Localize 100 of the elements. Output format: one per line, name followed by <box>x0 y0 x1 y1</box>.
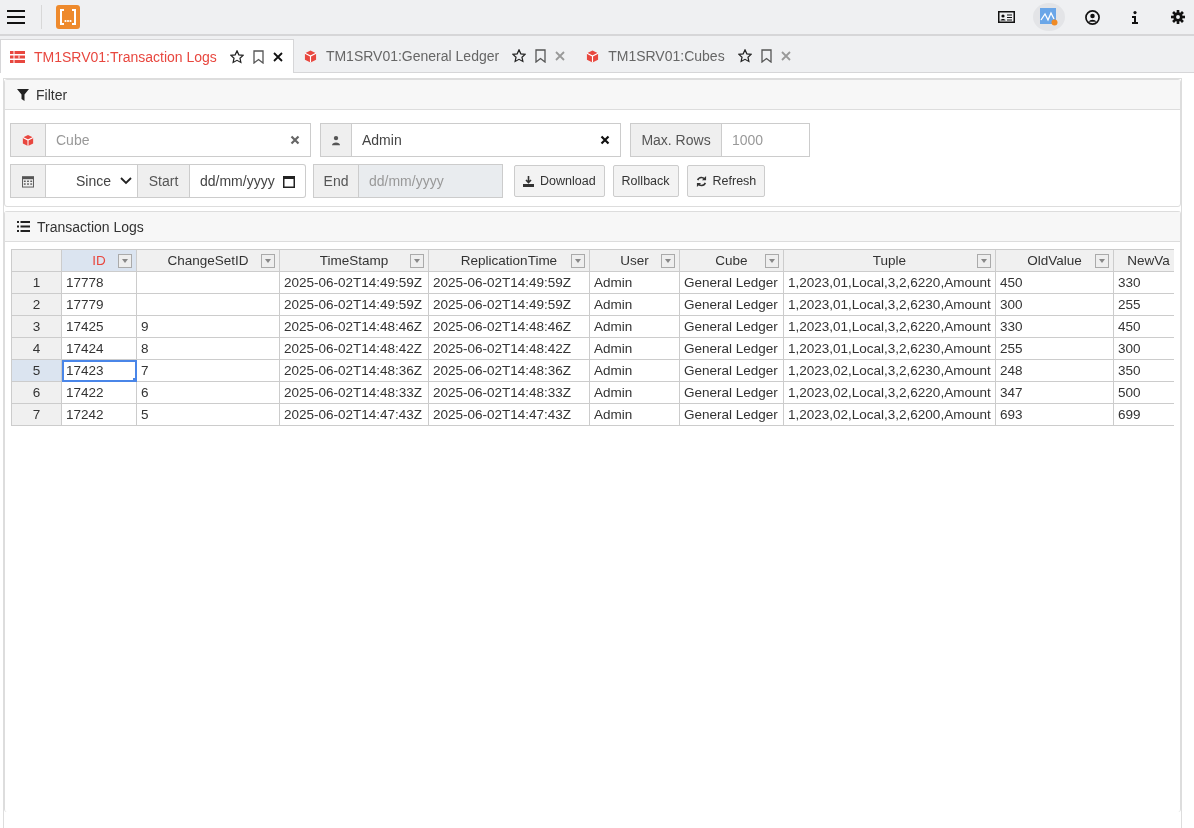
table-cell: 2025-06-02T14:49:59Z <box>428 271 590 294</box>
table-cell: 9 <box>136 315 280 338</box>
row-header[interactable]: 1 <box>11 271 62 294</box>
column-header[interactable]: OldValue <box>995 249 1114 272</box>
cube-icon <box>303 49 317 63</box>
filter-dropdown-icon[interactable] <box>410 253 424 268</box>
app-logo-icon[interactable] <box>56 5 80 29</box>
star-icon[interactable] <box>229 49 244 64</box>
id-card-icon[interactable] <box>997 11 1015 23</box>
clear-icon[interactable] <box>600 135 610 145</box>
filter-dropdown-icon[interactable] <box>661 253 675 268</box>
filter-dropdown-icon[interactable] <box>1095 253 1109 268</box>
row-header[interactable]: 4 <box>11 337 62 360</box>
table-cell: General Ledger <box>679 293 784 316</box>
action-button[interactable]: Rollback <box>612 165 679 197</box>
tab[interactable]: TM1SRV01:Transaction Logs <box>0 39 294 73</box>
column-header[interactable]: Cube <box>679 249 784 272</box>
table-cell: 248 <box>995 359 1114 382</box>
table-cell: 300 <box>995 293 1114 316</box>
calendar-icon <box>22 174 34 188</box>
user-icon <box>332 133 340 147</box>
filter-dropdown-icon[interactable] <box>118 253 132 268</box>
star-icon[interactable] <box>512 49 527 63</box>
table-cell: 8 <box>136 337 280 360</box>
filter-dropdown-icon[interactable] <box>261 253 275 268</box>
filter-dropdown-icon[interactable] <box>977 253 991 268</box>
close-icon[interactable] <box>272 51 283 62</box>
table-cell: 17422 <box>61 381 137 404</box>
list-icon <box>10 50 25 63</box>
table-cell: Admin <box>589 293 680 316</box>
table-cell: 17242 <box>61 403 137 426</box>
action-button[interactable]: Refresh <box>686 165 766 197</box>
star-icon[interactable] <box>737 49 752 63</box>
table-cell: General Ledger <box>679 359 784 382</box>
info-icon[interactable] <box>1132 10 1138 24</box>
cube-icon <box>586 49 600 63</box>
column-header[interactable]: ChangeSetID <box>136 249 280 272</box>
bookmark-icon[interactable] <box>760 49 772 63</box>
filter-dropdown-icon[interactable] <box>765 253 779 268</box>
table-cell: 7 <box>136 359 280 382</box>
calendar-icon[interactable] <box>283 174 295 188</box>
table-cell: 450 <box>995 271 1114 294</box>
bookmark-icon[interactable] <box>252 49 264 64</box>
max-rows-label: Max. Rows <box>630 123 722 157</box>
menu-icon[interactable] <box>7 10 25 24</box>
table-cell: 2025-06-02T14:49:59Z <box>279 271 429 294</box>
chevron-down-icon <box>120 177 132 185</box>
row-header[interactable]: 7 <box>11 403 62 426</box>
tab[interactable]: TM1SRV01:General Ledger <box>293 39 577 72</box>
table-cell: 2025-06-02T14:47:43Z <box>428 403 590 426</box>
user-icon[interactable] <box>1084 9 1100 25</box>
table-cell: 2025-06-02T14:48:42Z <box>279 337 429 360</box>
tab[interactable]: TM1SRV01:Cubes <box>576 39 802 72</box>
row-header[interactable]: 6 <box>11 381 62 404</box>
settings-icon[interactable] <box>1171 10 1185 24</box>
column-header[interactable]: User <box>589 249 680 272</box>
table-cell: 2025-06-02T14:49:59Z <box>279 293 429 316</box>
table-cell: 2025-06-02T14:48:33Z <box>428 381 590 404</box>
table-cell: 2025-06-02T14:48:42Z <box>428 337 590 360</box>
row-header[interactable]: 3 <box>11 315 62 338</box>
panel-title: Filter <box>36 86 68 103</box>
table-cell: General Ledger <box>679 381 784 404</box>
table-cell: 1,2023,02,Local,3,2,6230,Amount <box>783 359 996 382</box>
table-cell: 255 <box>995 337 1114 360</box>
table-cell: Admin <box>589 403 680 426</box>
panel-title: Transaction Logs <box>37 218 144 235</box>
table-cell: Admin <box>589 315 680 338</box>
table-cell: 1,2023,02,Local,3,2,6220,Amount <box>783 381 996 404</box>
row-header[interactable]: 2 <box>11 293 62 316</box>
bookmark-icon[interactable] <box>535 49 547 63</box>
table-cell: 17778 <box>61 271 137 294</box>
table-cell: 2025-06-02T14:48:36Z <box>428 359 590 382</box>
table-cell: 17423 <box>61 359 137 382</box>
table-cell: 5 <box>136 403 280 426</box>
table-cell: Admin <box>589 337 680 360</box>
table-cell: 1,2023,01,Local,3,2,6230,Amount <box>783 293 996 316</box>
user-field[interactable]: Admin <box>352 123 621 157</box>
column-header[interactable]: ReplicationTime <box>428 249 590 272</box>
start-label: Start <box>138 164 190 198</box>
table-cell: General Ledger <box>679 271 784 294</box>
table-cell: 2025-06-02T14:48:46Z <box>428 315 590 338</box>
table-cell: Admin <box>589 381 680 404</box>
table-cell: 2025-06-02T14:47:43Z <box>279 403 429 426</box>
list-icon <box>17 221 30 232</box>
table-cell: General Ledger <box>679 315 784 338</box>
action-button[interactable]: Download <box>514 165 605 197</box>
column-header[interactable]: TimeStamp <box>279 249 429 272</box>
filter-dropdown-icon[interactable] <box>571 253 585 268</box>
table-cell: 17779 <box>61 293 137 316</box>
table-cell: 1,2023,01,Local,3,2,6220,Amount <box>783 315 996 338</box>
row-header[interactable]: 5 <box>11 359 62 382</box>
table-cell: 17425 <box>61 315 137 338</box>
table-cell: 2025-06-02T14:48:46Z <box>279 315 429 338</box>
table-cell: 1,2023,02,Local,3,2,6200,Amount <box>783 403 996 426</box>
since-select[interactable]: Since <box>46 164 138 198</box>
table-cell: 2025-06-02T14:49:59Z <box>428 293 590 316</box>
start-date-field[interactable]: dd/mm/yyyy <box>190 164 306 198</box>
column-header[interactable]: NewVa <box>1113 249 1174 272</box>
column-header[interactable]: Tuple <box>783 249 996 272</box>
download-icon <box>523 175 534 187</box>
